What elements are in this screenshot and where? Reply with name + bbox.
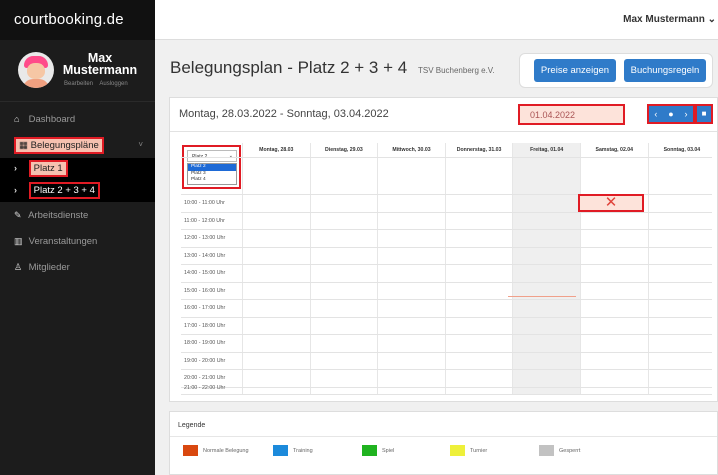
sidebar-item-platz234[interactable]: › Platz 2 + 3 + 4 — [0, 180, 155, 202]
calendar-icon: ▦ — [19, 140, 28, 151]
sidebar-item-arbeitsdienste[interactable]: ✎ Arbeitsdienste — [0, 202, 155, 228]
sidebar-item-dashboard[interactable]: ⌂ Dashboard — [0, 106, 155, 132]
time-label: 19:00 - 20:00 Uhr — [184, 358, 226, 364]
time-column: Platz 2 ⌄ Platz 2 Platz 3 Platz 4 — [181, 143, 242, 394]
page-title: Belegungsplan - Platz 2 + 3 + 4 TSV Buch… — [170, 58, 495, 78]
court-select-value[interactable]: Platz 2 ⌄ — [187, 150, 237, 162]
time-label: 15:00 - 16:00 Uhr — [184, 288, 226, 294]
sidebar-item-veranstaltungen[interactable]: ▥ Veranstaltungen — [0, 228, 155, 254]
logout-link[interactable]: Ausloggen — [99, 81, 127, 87]
sidebar-item-mitglieder[interactable]: ♙ Mitglieder — [0, 254, 155, 280]
profile-links: Bearbeiten Ausloggen — [64, 81, 133, 87]
day-column[interactable]: Freitag, 01.04 — [512, 143, 580, 394]
sidebar-item-belegungsplaene[interactable]: ▦ Belegungspläne ˅ — [0, 132, 155, 158]
day-column[interactable]: Samstag, 02.04 — [580, 143, 648, 394]
wrench-icon: ✎ — [14, 210, 22, 220]
time-label: 16:00 - 17:00 Uhr — [184, 305, 226, 311]
club-name: TSV Buchenberg e.V. — [417, 66, 495, 75]
day-column[interactable]: Sonntag, 03.04 — [647, 143, 716, 394]
today-icon[interactable]: ● — [668, 109, 673, 119]
sidebar-item-label: Platz 2 + 3 + 4 — [28, 182, 100, 199]
page-title-text: Belegungsplan - Platz 2 + 3 + 4 — [170, 58, 408, 77]
profile-name: Max Mustermann — [62, 51, 138, 77]
sidebar-item-platz1[interactable]: › Platz 1 — [0, 158, 155, 180]
chevron-down-icon: ⌄ — [228, 153, 233, 159]
profile-card: Max Mustermann Bearbeiten Ausloggen — [0, 40, 155, 102]
time-label: 10:00 - 11:00 Uhr — [184, 200, 225, 206]
legend-item: Normale Belegung — [183, 445, 249, 456]
day-header: Dienstag, 29.03 — [325, 147, 363, 153]
blocked-slot-icon[interactable]: ✕ — [578, 194, 644, 212]
court-options: Platz 2 Platz 3 Platz 4 — [187, 163, 237, 185]
schedule-grid: Montag, 28.03 Dienstag, 29.03 Mittwoch, … — [181, 143, 712, 395]
time-label: 21:00 - 22:00 Uhr — [184, 385, 226, 391]
sidebar-item-label: Dashboard — [28, 114, 76, 125]
week-nav-buttons: ‹ ● › — [647, 104, 695, 124]
show-prices-button[interactable]: Preise anzeigen — [534, 59, 616, 82]
sidebar-menu: ⌂ Dashboard ▦ Belegungspläne ˅ › Platz 1… — [0, 106, 155, 280]
day-column[interactable]: Mittwoch, 30.03 — [377, 143, 445, 394]
time-label: 13:00 - 14:00 Uhr — [184, 253, 226, 259]
date-input[interactable]: 01.04.2022 — [518, 104, 625, 125]
day-header: Montag, 28.03 — [259, 147, 294, 153]
legend-item: Gesperrt — [539, 445, 580, 456]
prev-week-icon[interactable]: ‹ — [654, 109, 657, 119]
legend-item: Turnier — [450, 445, 487, 456]
sidebar-item-label: Mitglieder — [28, 262, 70, 273]
sidebar-item-label: Arbeitsdienste — [28, 210, 89, 221]
home-icon: ⌂ — [14, 114, 20, 124]
legend-item: Training — [273, 445, 313, 456]
edit-profile-link[interactable]: Bearbeiten — [64, 81, 93, 87]
brand-logo[interactable]: courtbooking.de — [0, 0, 155, 40]
sidebar-item-label: Veranstaltungen — [28, 236, 98, 247]
sidebar-item-highlight: ▦ Belegungspläne — [14, 137, 104, 154]
sidebar-item-label: Platz 1 — [28, 160, 68, 177]
week-range: Montag, 28.03.2022 - Sonntag, 03.04.2022 — [179, 108, 389, 120]
time-label: 12:00 - 13:00 Uhr — [184, 235, 226, 241]
day-column[interactable]: Donnerstag, 31.03 — [444, 143, 513, 394]
person-icon: ♙ — [14, 262, 23, 272]
sidebar-item-label: Belegungspläne — [30, 140, 99, 151]
legend: Legende Normale Belegung Training Spiel … — [169, 411, 718, 475]
chevron-right-icon: › — [14, 163, 17, 173]
chevron-right-icon: › — [14, 185, 17, 195]
top-bar: Max Mustermann ⌄ — [155, 0, 718, 40]
user-menu[interactable]: Max Mustermann ⌄ — [623, 14, 716, 25]
legend-item: Spiel — [362, 445, 394, 456]
time-label: 14:00 - 15:00 Uhr — [184, 270, 226, 276]
day-header: Freitag, 01.04 — [530, 147, 564, 153]
avatar — [18, 52, 54, 88]
sidebar: courtbooking.de Max Mustermann Bearbeite… — [0, 0, 155, 475]
time-label: 11:00 - 12:00 Uhr — [184, 218, 225, 224]
time-label: 18:00 - 19:00 Uhr — [184, 340, 226, 346]
current-time-line — [508, 296, 576, 297]
day-header: Samstag, 02.04 — [595, 147, 634, 153]
booking-rules-button[interactable]: Buchungsregeln — [624, 59, 706, 82]
court-option[interactable]: Platz 4 — [188, 177, 236, 184]
calendar-picker-icon[interactable]: ■ — [695, 104, 713, 124]
time-label: 17:00 - 18:00 Uhr — [184, 323, 226, 329]
day-column[interactable]: Montag, 28.03 — [242, 143, 310, 394]
map-icon: ▥ — [14, 236, 23, 246]
calendar-panel: Montag, 28.03.2022 - Sonntag, 03.04.2022… — [169, 97, 718, 402]
next-week-icon[interactable]: › — [685, 109, 688, 119]
day-header: Sonntag, 03.04 — [663, 147, 701, 153]
action-buttons: Preise anzeigen Buchungsregeln — [519, 53, 713, 88]
day-header: Donnerstag, 31.03 — [456, 147, 502, 153]
time-label: 20:00 - 21:00 Uhr — [184, 375, 226, 381]
day-column[interactable]: Dienstag, 29.03 — [309, 143, 378, 394]
chevron-down-icon: ˅ — [138, 140, 143, 149]
court-select[interactable]: Platz 2 ⌄ Platz 2 Platz 3 Platz 4 — [182, 145, 241, 189]
legend-title: Legende — [178, 422, 206, 429]
day-header: Mittwoch, 30.03 — [392, 147, 431, 153]
